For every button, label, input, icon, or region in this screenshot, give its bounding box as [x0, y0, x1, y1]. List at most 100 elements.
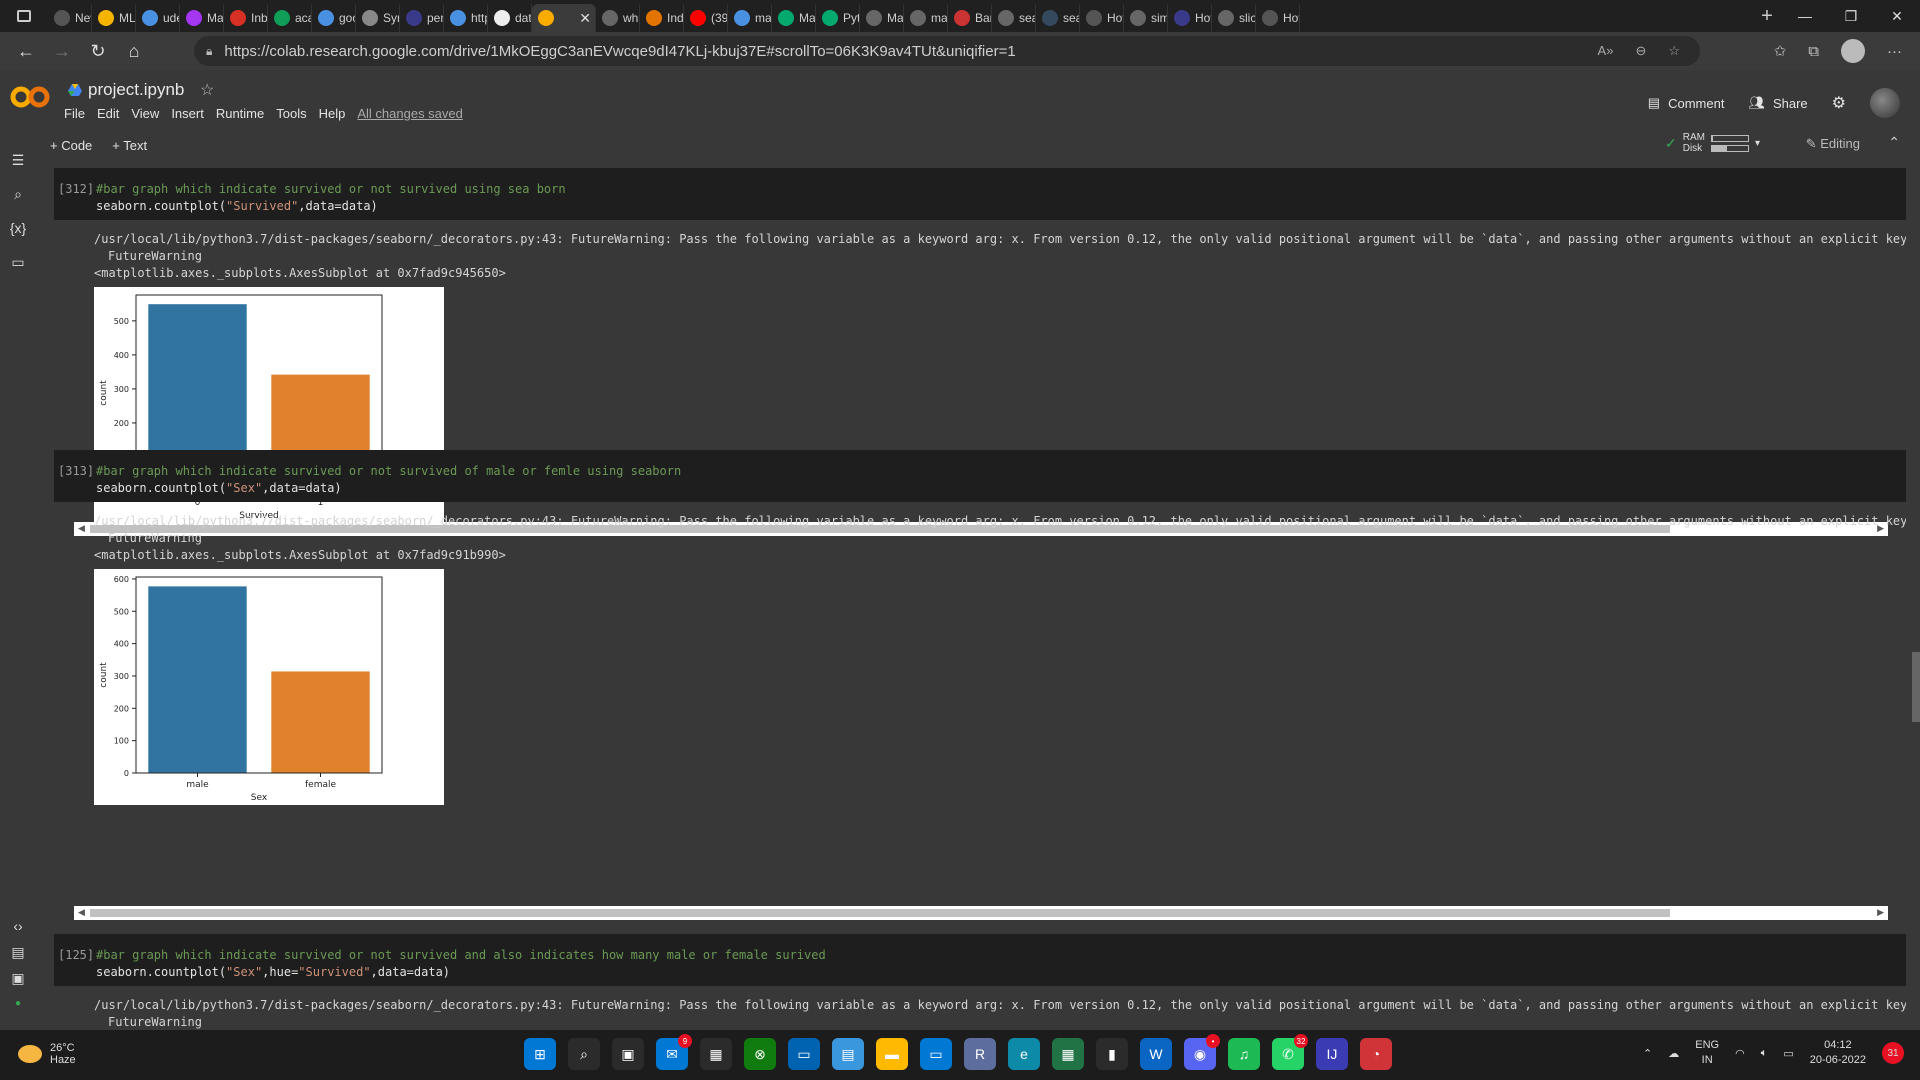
execution-count[interactable]: [125]	[58, 948, 94, 962]
editing-mode-button[interactable]: ✎ Editing	[1806, 136, 1860, 152]
table-of-contents-icon[interactable]: ☰	[0, 152, 36, 169]
execution-count[interactable]: [312]	[58, 182, 94, 196]
star-icon[interactable]: ☆	[200, 80, 214, 100]
reload-button[interactable]: ↻	[80, 32, 116, 70]
horizontal-scrollbar[interactable]: ◀ ▶	[74, 906, 1888, 920]
scrollbar-thumb[interactable]	[90, 909, 1670, 917]
onedrive-icon[interactable]: ☁	[1668, 1047, 1679, 1060]
save-status[interactable]: All changes saved	[357, 106, 463, 121]
browser-tab[interactable]: Synt	[356, 4, 400, 32]
browser-tab[interactable]: Mat	[860, 4, 904, 32]
files-icon[interactable]: ▭	[0, 254, 36, 271]
terminal-icon[interactable]: ▣	[0, 970, 36, 987]
battery-icon[interactable]: ▭	[1783, 1047, 1793, 1060]
share-button[interactable]: 👥︎ Share	[1748, 95, 1807, 111]
vertical-scrollbar-thumb[interactable]	[1912, 652, 1920, 722]
notification-badge[interactable]: 31	[1882, 1042, 1904, 1064]
url-field[interactable]: 🔒︎ https://colab.research.google.com/dri…	[194, 36, 1700, 66]
browser-tab[interactable]: wha	[596, 4, 640, 32]
browser-tab[interactable]: seal	[1036, 4, 1080, 32]
more-menu-icon[interactable]: ···	[1887, 43, 1902, 60]
browser-tab[interactable]: mat	[728, 4, 772, 32]
browser-tab[interactable]: Mac	[180, 4, 224, 32]
forward-button[interactable]: →	[44, 32, 80, 70]
close-tab-icon[interactable]: ✕	[579, 10, 591, 27]
add-code-button[interactable]: + Code	[50, 138, 92, 153]
restore-button[interactable]: ❐	[1828, 0, 1874, 32]
resources-indicator[interactable]: ✓ RAM Disk ▾	[1665, 132, 1760, 154]
add-text-button[interactable]: + Text	[112, 138, 147, 153]
minimize-button[interactable]: —	[1782, 0, 1828, 32]
collections-icon[interactable]: ⧉	[1808, 43, 1819, 60]
browser-tab[interactable]: data	[488, 4, 532, 32]
browser-tab[interactable]: mat	[904, 4, 948, 32]
whatsapp-icon[interactable]: ✆ 32	[1272, 1034, 1308, 1070]
search-icon[interactable]: ⌕	[568, 1038, 600, 1070]
task-view-icon[interactable]: ▣	[612, 1038, 644, 1070]
browser-tab[interactable]: ML i	[92, 4, 136, 32]
sheet-icon[interactable]: ▦	[1052, 1038, 1084, 1070]
zoom-icon[interactable]: ⊖	[1635, 43, 1646, 59]
home-button[interactable]: ⌂	[116, 32, 152, 70]
language-indicator[interactable]: ENG IN	[1695, 1038, 1719, 1068]
browser-tab[interactable]: New	[48, 4, 92, 32]
menu-help[interactable]: Help	[319, 106, 346, 121]
browser-tab[interactable]: goo	[312, 4, 356, 32]
code-editor[interactable]: [125] #bar graph which indicate survived…	[54, 934, 1906, 986]
browser-tab[interactable]: Hov	[1080, 4, 1124, 32]
clock-app-icon[interactable]: ◔	[1360, 1038, 1392, 1070]
browser-tab[interactable]: ude	[136, 4, 180, 32]
browser-tab[interactable]: http	[444, 4, 488, 32]
browser-tab[interactable]: Pyth	[816, 4, 860, 32]
browser-tab[interactable]: (39	[684, 4, 728, 32]
code-editor[interactable]: [312] #bar graph which indicate survived…	[54, 168, 1906, 220]
colab-logo-icon[interactable]	[10, 84, 50, 110]
add-favorite-icon[interactable]: ☆	[1668, 43, 1680, 59]
scroll-left-icon[interactable]: ◀	[78, 907, 85, 918]
menu-edit[interactable]: Edit	[97, 106, 119, 121]
execution-count[interactable]: [313]	[58, 464, 94, 478]
spotify-icon[interactable]: ♫	[1228, 1038, 1260, 1070]
scroll-right-icon[interactable]: ▶	[1877, 907, 1884, 918]
wifi-icon[interactable]: ◠	[1735, 1047, 1745, 1060]
browser-tab[interactable]: ✕	[532, 4, 596, 32]
code-cell[interactable]: [313] #bar graph which indicate survived…	[54, 450, 1906, 805]
command-palette-icon[interactable]: ▤	[0, 944, 36, 961]
browser-tab[interactable]: Mat	[772, 4, 816, 32]
menu-runtime[interactable]: Runtime	[216, 106, 264, 121]
browser-tab[interactable]: slici	[1212, 4, 1256, 32]
browser-tab[interactable]: pen	[400, 4, 444, 32]
close-window-button[interactable]: ✕	[1874, 0, 1920, 32]
store-icon[interactable]: ▦	[700, 1038, 732, 1070]
terminal-icon[interactable]: ▮	[1096, 1038, 1128, 1070]
file-explorer-icon[interactable]: ▬	[876, 1038, 908, 1070]
menu-file[interactable]: File	[64, 106, 85, 121]
mail-icon[interactable]: ✉ 9	[656, 1034, 692, 1070]
browser-tab[interactable]: Bar	[948, 4, 992, 32]
weather-widget[interactable]: 26°C Haze	[18, 1042, 76, 1066]
browser-profile-icon[interactable]	[1841, 39, 1865, 63]
collapse-header-icon[interactable]: ⌃	[1888, 134, 1900, 151]
intellij-icon[interactable]: IJ	[1316, 1038, 1348, 1070]
code-cell[interactable]: [125] #bar graph which indicate survived…	[54, 934, 1906, 1030]
notebook-title[interactable]: project.ipynb	[68, 80, 184, 100]
discord-icon[interactable]: ◉ •	[1184, 1034, 1220, 1070]
clock[interactable]: 04:12 20-06-2022	[1810, 1038, 1866, 1068]
volume-icon[interactable]: 🔈︎	[1761, 1047, 1768, 1060]
settings-gear-icon[interactable]: ⚙	[1832, 93, 1846, 113]
r-icon[interactable]: R	[964, 1038, 996, 1070]
comment-button[interactable]: ▤ Comment	[1648, 95, 1725, 111]
window-menu-icon[interactable]	[0, 0, 48, 32]
display-icon[interactable]: ▭	[788, 1038, 820, 1070]
menu-view[interactable]: View	[131, 106, 159, 121]
browser-tab[interactable]: Inde	[640, 4, 684, 32]
new-tab-button[interactable]: +	[1752, 5, 1782, 28]
app-icon[interactable]: ▭	[920, 1038, 952, 1070]
tray-overflow-icon[interactable]: ⌃	[1643, 1047, 1652, 1060]
browser-tab[interactable]: acac	[268, 4, 312, 32]
search-icon[interactable]: ⌕	[0, 186, 36, 203]
avatar[interactable]	[1870, 88, 1900, 118]
browser-tab[interactable]: seal	[992, 4, 1036, 32]
windows-start-icon[interactable]: ⊞	[524, 1038, 556, 1070]
browser-tab[interactable]: Hov	[1168, 4, 1212, 32]
